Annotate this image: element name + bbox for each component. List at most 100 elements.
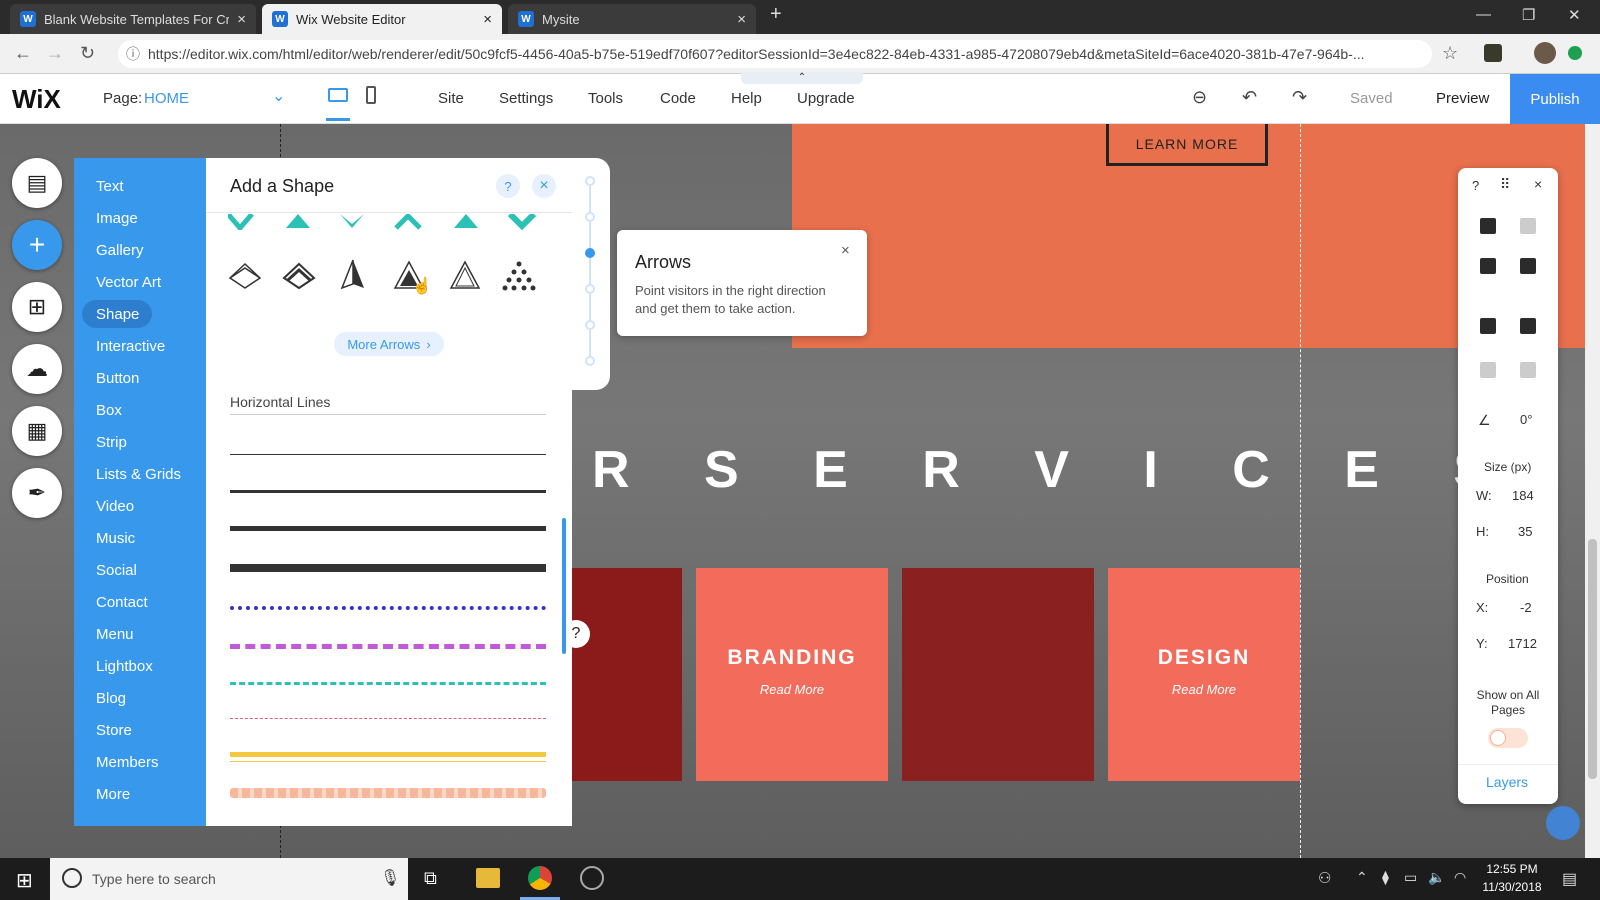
- add-menu-music[interactable]: Music: [96, 530, 135, 547]
- avatar[interactable]: [1534, 42, 1556, 64]
- line-extra-thick[interactable]: [230, 564, 546, 572]
- add-menu-strip[interactable]: Strip: [96, 434, 127, 451]
- line-dashed-teal[interactable]: [230, 682, 546, 685]
- double-chevron-filled-icon[interactable]: [282, 258, 316, 292]
- help-icon[interactable]: ?: [496, 174, 520, 198]
- add-menu-more[interactable]: More: [96, 786, 130, 803]
- service-card-branding[interactable]: BRANDING Read More: [696, 568, 888, 781]
- info-icon[interactable]: ⓘ: [126, 40, 140, 68]
- add-menu-members[interactable]: Members: [96, 754, 159, 771]
- add-menu-button[interactable]: Button: [96, 370, 139, 387]
- bookmark-star-icon[interactable]: ☆: [1442, 43, 1458, 64]
- tab-mysite[interactable]: W Mysite ×: [508, 4, 756, 34]
- services-heading[interactable]: R S E R V I C E S: [592, 440, 1518, 500]
- copy-icon[interactable]: [1480, 218, 1496, 234]
- service-card-image[interactable]: [572, 568, 682, 781]
- minimize-icon[interactable]: —: [1476, 6, 1491, 23]
- update-badge-icon[interactable]: [1568, 46, 1582, 60]
- preview-button[interactable]: Preview: [1436, 90, 1489, 107]
- close-icon[interactable]: ×: [237, 11, 246, 28]
- add-menu-lightbox[interactable]: Lightbox: [96, 658, 153, 675]
- wifi-icon[interactable]: ◠: [1454, 869, 1466, 886]
- file-explorer-icon[interactable]: [476, 868, 500, 888]
- card-read-more[interactable]: Read More: [1108, 682, 1300, 697]
- line-dashed-purple[interactable]: [230, 644, 546, 649]
- angle-value[interactable]: 0°: [1520, 412, 1532, 427]
- section-dot[interactable]: [585, 176, 595, 186]
- add-menu-image[interactable]: Image: [96, 210, 138, 227]
- window-close-icon[interactable]: ✕: [1568, 6, 1581, 24]
- close-icon[interactable]: ×: [483, 11, 492, 28]
- add-menu-interactive[interactable]: Interactive: [96, 338, 165, 355]
- bookings-icon[interactable]: ▦: [12, 406, 62, 456]
- back-icon[interactable]: ←: [14, 43, 32, 64]
- blog-pen-icon[interactable]: ✒: [12, 468, 62, 518]
- pyramid-split-icon[interactable]: [336, 258, 370, 292]
- taskbar-search[interactable]: Type here to search 🎙: [50, 858, 408, 900]
- add-menu-text[interactable]: Text: [96, 178, 124, 195]
- add-menu-gallery[interactable]: Gallery: [96, 242, 144, 259]
- line-wavy-peach[interactable]: [230, 788, 546, 798]
- service-card-photo[interactable]: [902, 568, 1094, 781]
- more-arrows-button[interactable]: More Arrows ›: [334, 332, 444, 356]
- collapse-toolbar-icon[interactable]: ⌃: [741, 72, 863, 84]
- notification-icon[interactable]: ▤: [1562, 869, 1577, 889]
- menu-code[interactable]: Code: [660, 90, 696, 107]
- menu-settings[interactable]: Settings: [499, 90, 553, 107]
- add-menu-box[interactable]: Box: [96, 402, 122, 419]
- add-icon[interactable]: +: [12, 220, 62, 270]
- url-input[interactable]: ⓘ https://editor.wix.com/html/editor/web…: [118, 40, 1432, 68]
- triangle-double-outline-icon[interactable]: [448, 258, 482, 292]
- layers-button[interactable]: Layers: [1486, 774, 1528, 790]
- volume-icon[interactable]: 🔈: [1428, 869, 1445, 886]
- section-dot-active[interactable]: [585, 248, 595, 258]
- clock-date[interactable]: 11/30/2018: [1476, 880, 1548, 894]
- tooltip-close-icon[interactable]: ×: [841, 242, 850, 259]
- add-menu-menu[interactable]: Menu: [96, 626, 134, 643]
- chrome-icon[interactable]: [528, 866, 552, 890]
- section-dot[interactable]: [585, 284, 595, 294]
- tools-close-icon[interactable]: ×: [1534, 176, 1542, 192]
- add-menu-shape[interactable]: Shape: [96, 306, 139, 323]
- tab-wix-editor[interactable]: W Wix Website Editor ×: [262, 4, 502, 34]
- battery-icon[interactable]: ▭: [1404, 869, 1417, 886]
- clock-time[interactable]: 12:55 PM: [1476, 862, 1548, 876]
- menu-tools[interactable]: Tools: [588, 90, 623, 107]
- zoom-out-icon[interactable]: ⊖: [1192, 87, 1207, 108]
- reload-icon[interactable]: ↻: [80, 43, 95, 64]
- windows-start-icon[interactable]: ⊞: [16, 868, 33, 893]
- upload-icon[interactable]: ☁: [12, 344, 62, 394]
- close-icon[interactable]: ×: [532, 174, 556, 198]
- page-selector[interactable]: HOME: [144, 90, 189, 107]
- microphone-icon[interactable]: 🎙: [380, 868, 400, 888]
- add-menu-video[interactable]: Video: [96, 498, 134, 515]
- dotted-triangle-icon[interactable]: [502, 258, 536, 292]
- match-size-icon[interactable]: [1520, 362, 1536, 378]
- maximize-icon[interactable]: ❐: [1522, 6, 1535, 24]
- desktop-view-icon[interactable]: [328, 88, 348, 102]
- app-market-icon[interactable]: ⊞: [12, 282, 62, 332]
- double-chevron-outline-icon[interactable]: [228, 258, 262, 292]
- drag-handle-icon[interactable]: ⠿: [1500, 176, 1510, 193]
- card-read-more[interactable]: Read More: [696, 682, 888, 697]
- learn-more-button[interactable]: LEARN MORE: [1106, 124, 1268, 166]
- paste-icon[interactable]: [1520, 218, 1536, 234]
- chevron-up-icon[interactable]: ⌃: [1356, 869, 1368, 886]
- show-all-toggle[interactable]: [1488, 728, 1528, 748]
- section-dot[interactable]: [585, 320, 595, 330]
- canvas-scrollbar[interactable]: [1585, 124, 1600, 858]
- menu-help[interactable]: Help: [731, 90, 762, 107]
- people-icon[interactable]: ⚇: [1318, 869, 1331, 887]
- line-thick[interactable]: [230, 526, 546, 531]
- add-menu-store[interactable]: Store: [96, 722, 132, 739]
- panel-scrollbar[interactable]: [562, 518, 566, 654]
- align-icon[interactable]: [1520, 318, 1536, 334]
- teal-arrow-row-partial[interactable]: [228, 214, 548, 230]
- section-dot[interactable]: [585, 356, 595, 366]
- distribute-icon[interactable]: [1480, 362, 1496, 378]
- line-medium[interactable]: [230, 490, 546, 493]
- height-value[interactable]: 35: [1518, 524, 1532, 539]
- publish-button[interactable]: Publish: [1510, 74, 1600, 124]
- redo-icon[interactable]: ↷: [1292, 87, 1307, 108]
- new-tab-icon[interactable]: +: [770, 3, 782, 26]
